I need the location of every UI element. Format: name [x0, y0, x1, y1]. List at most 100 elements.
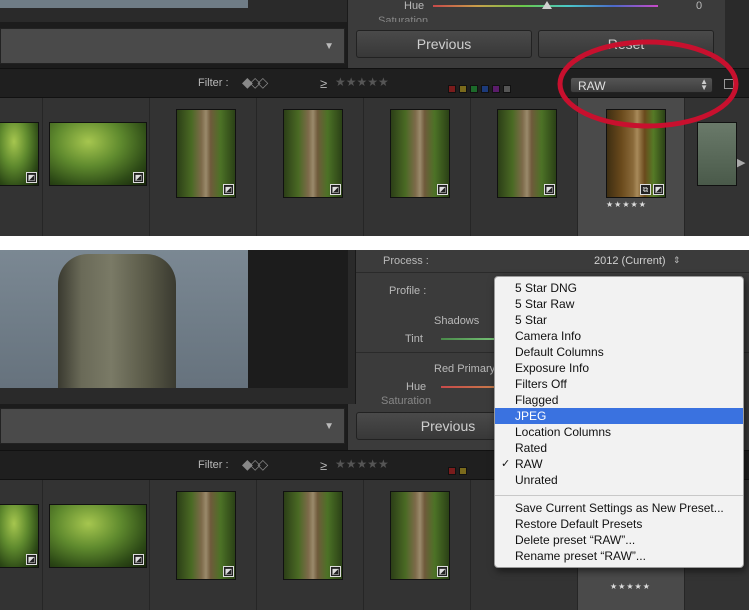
preset-item[interactable]: 5 Star [495, 312, 743, 328]
preset-item-label: 5 Star DNG [515, 281, 578, 295]
preset-item-label: RAW [515, 457, 543, 471]
preset-item[interactable]: Exposure Info [495, 360, 743, 376]
menu-separator [495, 495, 743, 496]
rating-compare[interactable]: ≥ [320, 458, 327, 473]
edit-badge-icon: ◩ [133, 172, 144, 183]
color-label-filter[interactable] [448, 80, 514, 98]
toolbar: ▼ [0, 28, 345, 64]
filmstrip-cell[interactable]: ◩ [43, 98, 150, 236]
flag-filter-icon[interactable]: ◆◇◇ [242, 74, 268, 91]
filmstrip-cell[interactable]: ◩ [364, 480, 471, 610]
toolbar-dropdown-icon[interactable]: ▼ [324, 421, 334, 432]
process-select[interactable]: 2012 (Current) [594, 255, 666, 267]
filmstrip-next-icon[interactable]: ▶ [737, 156, 745, 169]
preset-item[interactable]: Filters Off [495, 376, 743, 392]
tint-label: Tint [405, 333, 423, 345]
preset-action-label: Save Current Settings as New Preset... [515, 501, 724, 515]
divider [356, 272, 749, 273]
edit-badge-icon: ◩ [26, 172, 37, 183]
preset-item-label: Rated [515, 441, 548, 455]
toolbar-strip: ▼ [0, 22, 347, 68]
rating-filter-stars[interactable]: ★★★★★ [335, 457, 389, 471]
filmstrip-cell[interactable]: ◩ [43, 480, 150, 610]
edit-badge-icon: ◩ [437, 566, 448, 577]
photo-gutter [248, 250, 348, 388]
edit-badge-icon: ◩ [653, 184, 664, 195]
edit-badge-icon: ◩ [223, 566, 234, 577]
profile-label: Profile : [389, 285, 427, 297]
preset-item[interactable]: Unrated [495, 472, 743, 488]
preset-item[interactable]: Camera Info [495, 328, 743, 344]
preset-item-label: Camera Info [515, 329, 582, 343]
preset-action-item[interactable]: Rename preset “RAW”... [495, 548, 743, 564]
edit-badge-icon: ◩ [330, 184, 341, 195]
color-label-filter[interactable] [448, 462, 470, 480]
filmstrip-cell[interactable]: ◩ [0, 98, 43, 236]
select-arrows-icon: ⇕ [673, 255, 681, 265]
preset-item[interactable]: Location Columns [495, 424, 743, 440]
preset-item[interactable]: Rated [495, 440, 743, 456]
toolbar-strip: ▼ [0, 404, 355, 450]
previous-button[interactable]: Previous [356, 30, 532, 58]
thumbnail-rating: ★★★★★ [610, 582, 651, 591]
preset-action-item[interactable]: Restore Default Presets [495, 516, 743, 532]
tint-slider[interactable] [441, 338, 501, 340]
filmstrip-cell[interactable]: ◩ [0, 480, 43, 610]
preset-item[interactable]: Default Columns [495, 344, 743, 360]
flag-filter-icon[interactable]: ◆◇◇ [242, 456, 268, 473]
filmstrip-cell[interactable]: ◩ [150, 98, 257, 236]
preset-action-label: Rename preset “RAW”... [515, 549, 646, 563]
preset-item-label: Location Columns [515, 425, 612, 439]
edit-badge-icon: ◩ [544, 184, 555, 195]
preset-action-item[interactable]: Delete preset “RAW”... [495, 532, 743, 548]
preset-item-label: Flagged [515, 393, 559, 407]
preset-action-label: Delete preset “RAW”... [515, 533, 636, 547]
edit-badge-icon: ◩ [223, 184, 234, 195]
photo-post [58, 254, 176, 388]
thumbnail-rating: ★★★★★ [606, 200, 647, 209]
edit-badge-icon: ◩ [437, 184, 448, 195]
preset-item[interactable]: ✓ RAW [495, 456, 743, 472]
filmstrip-cell[interactable]: ◩ [257, 480, 364, 610]
preset-item[interactable]: 5 Star DNG [495, 280, 743, 296]
preset-dropdown-menu: 5 Star DNG 5 Star Raw 5 Star Camera Info Def… [494, 276, 744, 568]
preset-item-label: 5 Star Raw [515, 297, 575, 311]
develop-panel: Hue 0 Saturation [347, 0, 725, 27]
toolbar: ▼ [0, 408, 345, 444]
collection-badge-icon: ⧉ [640, 184, 651, 195]
hue-label: Hue [406, 381, 427, 393]
filmstrip-cell[interactable]: ◩ [364, 98, 471, 236]
preset-item[interactable]: Flagged [495, 392, 743, 408]
preset-item[interactable]: JPEG [495, 408, 743, 424]
red-primary-label: Red Primary [434, 363, 496, 375]
preset-item-label: JPEG [515, 409, 547, 423]
preset-item-label: Unrated [515, 473, 558, 487]
filter-label: Filter : [198, 77, 229, 89]
bottom-screenshot: Process : 2012 (Current) ⇕ Profile : Sha… [0, 250, 749, 610]
preset-item-label: Filters Off [515, 377, 567, 391]
top-screenshot: Hue 0 Saturation ▼ Previous Reset Filter… [0, 0, 749, 236]
filmstrip-cell[interactable]: ◩ [257, 98, 364, 236]
preset-item-label: Default Columns [515, 345, 604, 359]
hue-value: 0 [696, 0, 703, 12]
filmstrip-cell[interactable]: ◩ [150, 480, 257, 610]
rating-filter-stars[interactable]: ★★★★★ [335, 75, 389, 89]
filter-label: Filter : [198, 459, 229, 471]
hue-label: Hue [404, 0, 425, 12]
preset-action-item[interactable]: Save Current Settings as New Preset... [495, 500, 743, 516]
hue-slider-thumb[interactable] [542, 1, 552, 9]
toolbar-dropdown-icon[interactable]: ▼ [324, 41, 334, 52]
highlight-ellipse [557, 39, 739, 129]
edit-badge-icon: ◩ [133, 554, 144, 565]
preset-item-label: Exposure Info [515, 361, 590, 375]
hue-slider[interactable] [441, 386, 501, 388]
preset-item[interactable]: 5 Star Raw [495, 296, 743, 312]
preset-item-label: 5 Star [515, 313, 548, 327]
process-label: Process : [383, 255, 429, 267]
preset-action-label: Restore Default Presets [515, 517, 643, 531]
rating-compare[interactable]: ≥ [320, 76, 327, 91]
edit-badge-icon: ◩ [26, 554, 37, 565]
photo-edge [0, 0, 248, 8]
checkmark-icon: ✓ [501, 458, 511, 470]
shadows-label: Shadows [434, 315, 480, 327]
